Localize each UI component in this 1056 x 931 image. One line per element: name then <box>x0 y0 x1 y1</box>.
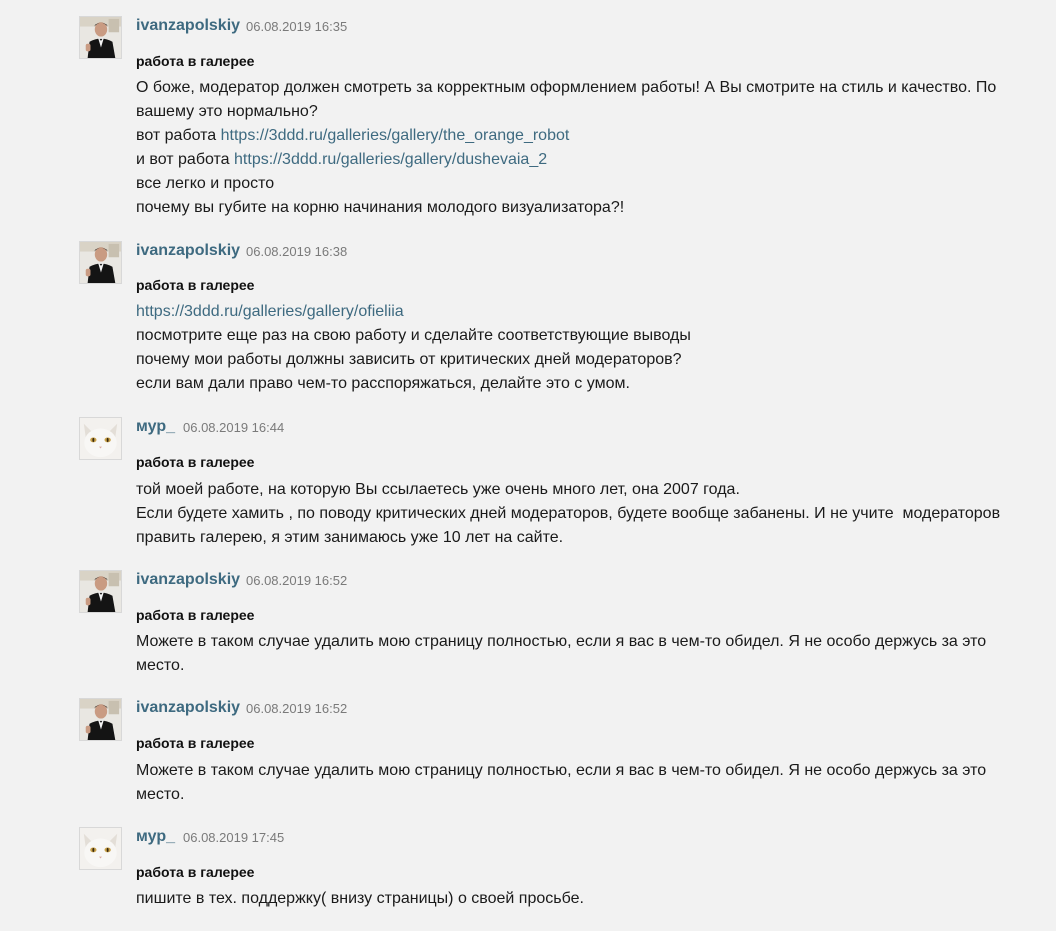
comment-body: пишите в тех. поддержку( внизу страницы)… <box>136 887 1006 911</box>
man-in-suit-avatar[interactable] <box>79 16 122 59</box>
comment-author-link[interactable]: ivanzapolskiy <box>136 16 240 36</box>
comment-author-link[interactable]: мур_ <box>136 417 175 437</box>
comment-text: О боже, модератор должен смотреть за кор… <box>136 79 997 96</box>
gallery-link[interactable]: https://3ddd.ru/galleries/gallery/the_or… <box>221 127 570 144</box>
comment-text: если вам дали право чем-то расспоряжатьс… <box>136 375 630 392</box>
comment-line: и вот работа https://3ddd.ru/galleries/g… <box>136 148 1006 172</box>
comment-subject: работа в галерее <box>136 607 255 623</box>
comment-body: Можете в таком случае удалить мою страни… <box>136 630 1006 678</box>
comment-subject: работа в галерее <box>136 454 255 470</box>
comment-author-link[interactable]: ivanzapolskiy <box>136 698 240 718</box>
white-cat-avatar[interactable] <box>79 417 122 460</box>
comment-line: вашему это нормально? <box>136 100 1006 124</box>
comment-line: пишите в тех. поддержку( внизу страницы)… <box>136 887 1006 911</box>
man-in-suit-avatar[interactable] <box>79 241 122 284</box>
comment-line: почему мои работы должны зависить от кри… <box>136 348 1006 372</box>
comment-author-link[interactable]: ivanzapolskiy <box>136 241 240 261</box>
gallery-link[interactable]: https://3ddd.ru/galleries/gallery/ofieli… <box>136 303 404 320</box>
comment-date: 06.08.2019 16:52 <box>246 573 348 588</box>
comment-line: вот работа https://3ddd.ru/galleries/gal… <box>136 124 1006 148</box>
comment-date: 06.08.2019 16:38 <box>246 244 348 259</box>
comment-line: место. <box>136 783 1006 807</box>
comment-text: вот работа <box>136 127 221 144</box>
comment-body: Можете в таком случае удалить мою страни… <box>136 759 1006 807</box>
comment-line: посмотрите еще раз на свою работу и сдел… <box>136 324 1006 348</box>
comment-author-link[interactable]: ivanzapolskiy <box>136 570 240 590</box>
comment-subject: работа в галерее <box>136 277 255 293</box>
comment-text: место. <box>136 786 185 803</box>
comment-line: все легко и просто <box>136 172 1006 196</box>
comment-line: О боже, модератор должен смотреть за кор… <box>136 76 1006 100</box>
comment-text: посмотрите еще раз на свою работу и сдел… <box>136 327 691 344</box>
comment-date: 06.08.2019 16:35 <box>246 19 348 34</box>
comment-line: править галерею, я этим занимаюсь уже 10… <box>136 526 1006 550</box>
comment-body: той моей работе, на которую Вы ссылаетес… <box>136 478 1006 550</box>
comment-body: О боже, модератор должен смотреть за кор… <box>136 76 1006 220</box>
comment-text: Если будете хамить , по поводу критическ… <box>136 505 1001 522</box>
comment-line: Можете в таком случае удалить мою страни… <box>136 630 1006 654</box>
comment-text: Можете в таком случае удалить мою страни… <box>136 633 987 650</box>
comment-text: той моей работе, на которую Вы ссылаетес… <box>136 481 740 498</box>
comment-text: вашему это нормально? <box>136 103 318 120</box>
comment-date: 06.08.2019 16:44 <box>183 420 285 435</box>
comment-text: почему вы губите на корню начинания моло… <box>136 199 625 216</box>
comment-author-link[interactable]: мур_ <box>136 827 175 847</box>
man-in-suit-avatar[interactable] <box>79 570 122 613</box>
comment-line: той моей работе, на которую Вы ссылаетес… <box>136 478 1006 502</box>
comment-line: если вам дали право чем-то расспоряжатьс… <box>136 372 1006 396</box>
comment-text: место. <box>136 657 185 674</box>
comment-text: пишите в тех. поддержку( внизу страницы)… <box>136 890 584 907</box>
comment-line: Если будете хамить , по поводу критическ… <box>136 502 1006 526</box>
comment-text: почему мои работы должны зависить от кри… <box>136 351 682 368</box>
comment-text: все легко и просто <box>136 175 275 192</box>
comment-text: и вот работа <box>136 151 235 168</box>
gallery-link[interactable]: https://3ddd.ru/galleries/gallery/dushev… <box>234 151 547 168</box>
comment-subject: работа в галерее <box>136 53 255 69</box>
comment-text: Можете в таком случае удалить мою страни… <box>136 762 987 779</box>
comment-line: почему вы губите на корню начинания моло… <box>136 196 1006 220</box>
comment-line: Можете в таком случае удалить мою страни… <box>136 759 1006 783</box>
comment-body: https://3ddd.ru/galleries/gallery/ofieli… <box>136 300 1006 396</box>
comment-text: править галерею, я этим занимаюсь уже 10… <box>136 529 564 546</box>
comment-line: https://3ddd.ru/galleries/gallery/ofieli… <box>136 300 1006 324</box>
comment-date: 06.08.2019 17:45 <box>183 830 285 845</box>
comment-subject: работа в галерее <box>136 864 255 880</box>
comment-date: 06.08.2019 16:52 <box>246 701 348 716</box>
comment-line: место. <box>136 654 1006 678</box>
man-in-suit-avatar[interactable] <box>79 698 122 741</box>
white-cat-avatar[interactable] <box>79 827 122 870</box>
comment-subject: работа в галерее <box>136 735 255 751</box>
